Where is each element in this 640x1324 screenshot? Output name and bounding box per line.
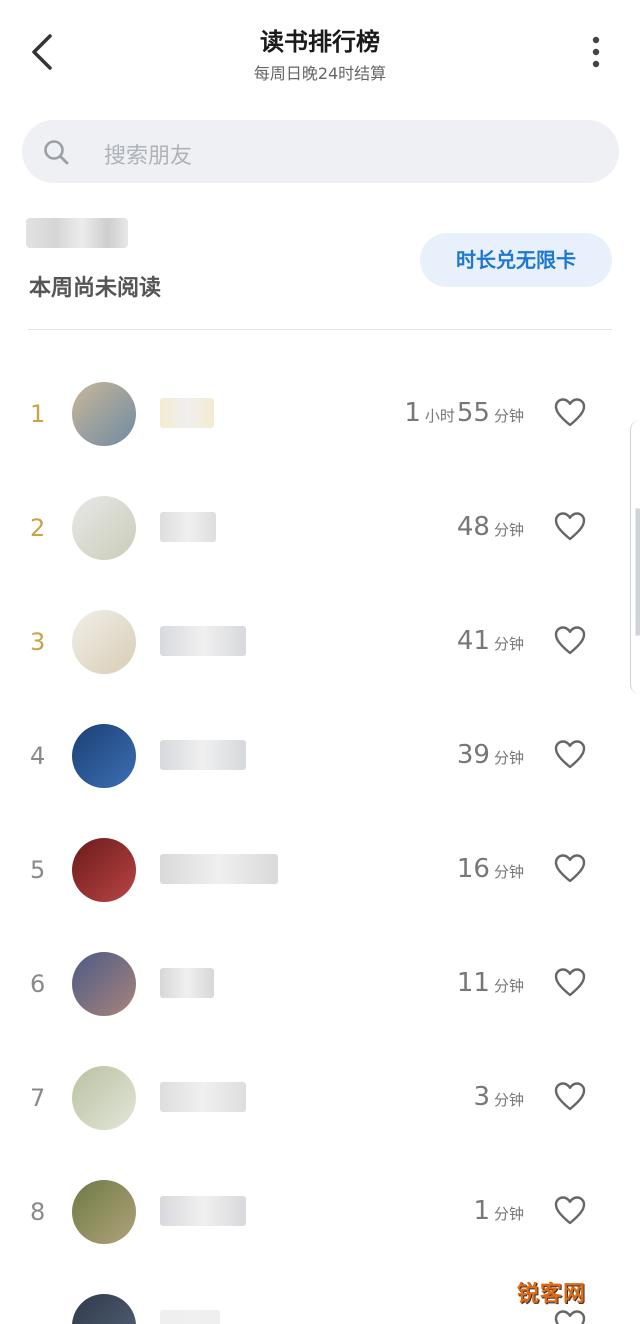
reading-duration: 3 分钟 — [473, 1082, 526, 1112]
duration-number: 55 — [456, 398, 490, 428]
duration-number: 1 — [404, 398, 421, 428]
ranking-row[interactable]: 6 11 分钟 — [0, 888, 640, 1016]
duration-number: 3 — [473, 1082, 490, 1112]
heart-outline-icon — [554, 512, 586, 541]
heart-outline-icon — [554, 1196, 586, 1225]
duration-number: 11 — [456, 968, 490, 998]
friend-name-blurred — [160, 854, 278, 884]
app-header: 读书排行榜 每周日晚24时结算 — [0, 0, 640, 100]
ranking-row[interactable]: 8 1 分钟 — [0, 1116, 640, 1244]
rank-number: 3 — [30, 628, 46, 656]
redeem-card-button[interactable]: 时长兑无限卡 — [420, 233, 612, 287]
duration-number: 1 — [473, 1196, 490, 1226]
ranking-row[interactable]: 5 16 分钟 — [0, 774, 640, 902]
duration-number: 39 — [456, 740, 490, 770]
rank-number: 2 — [30, 514, 46, 542]
rank-number: 5 — [30, 856, 46, 884]
search-icon — [44, 140, 69, 165]
rank-number: 6 — [30, 970, 46, 998]
like-button[interactable] — [553, 1080, 587, 1114]
search-placeholder: 搜索朋友 — [104, 144, 193, 169]
duration-unit: 分钟 — [493, 635, 524, 653]
duration-unit: 分钟 — [493, 977, 524, 995]
duration-unit: 分钟 — [493, 1205, 524, 1223]
duration-unit: 分钟 — [493, 863, 524, 881]
duration-number: 16 — [456, 854, 490, 884]
rank-number: 1 — [30, 400, 46, 428]
reading-duration: 48 分钟 — [457, 512, 526, 542]
like-button[interactable] — [553, 510, 587, 544]
heart-outline-icon — [554, 1082, 586, 1111]
like-button[interactable] — [553, 966, 587, 1000]
reading-duration: 41 分钟 — [457, 626, 526, 656]
watermark-logo: 锐客网 — [517, 1282, 587, 1307]
reading-duration: 16 分钟 — [457, 854, 526, 884]
ranking-row[interactable]: 7 3 分钟 — [0, 1002, 640, 1130]
like-button[interactable] — [553, 1194, 587, 1228]
ranking-row[interactable]: 1 1 小时55 分钟 — [0, 318, 640, 446]
ranking-row[interactable]: 2 48 分钟 — [0, 432, 640, 560]
page-title: 读书排行榜 — [260, 28, 380, 56]
friend-name-blurred — [160, 512, 216, 542]
friend-name-blurred — [160, 626, 246, 656]
like-button[interactable] — [553, 396, 587, 430]
rank-number: 4 — [30, 742, 46, 770]
scrollbar[interactable] — [630, 420, 640, 694]
heart-outline-icon — [554, 1310, 586, 1324]
reading-duration: 1 小时55 分钟 — [404, 398, 526, 428]
rank-number: 7 — [30, 1084, 46, 1112]
like-button[interactable] — [553, 624, 587, 658]
duration-unit: 分钟 — [493, 749, 524, 767]
friend-name-blurred — [160, 968, 214, 998]
reading-duration: 11 分钟 — [457, 968, 526, 998]
friend-name-blurred — [160, 398, 214, 428]
duration-unit: 分钟 — [493, 407, 524, 425]
reading-duration: 1 分钟 — [473, 1196, 526, 1226]
ranking-row[interactable]: 4 39 分钟 — [0, 660, 640, 788]
heart-outline-icon — [554, 398, 586, 427]
more-button[interactable] — [580, 34, 612, 74]
my-name-blurred — [26, 218, 128, 248]
avatar[interactable] — [72, 1294, 136, 1324]
reading-duration: 39 分钟 — [457, 740, 526, 770]
my-reading-status: 本周尚未阅读 — [29, 276, 162, 301]
like-button[interactable] — [553, 738, 587, 772]
duration-number: 41 — [456, 626, 490, 656]
heart-outline-icon — [554, 968, 586, 997]
friend-name-blurred — [160, 740, 246, 770]
duration-number: 48 — [456, 512, 490, 542]
friend-name-blurred — [160, 1082, 246, 1112]
rank-number: 8 — [30, 1198, 46, 1226]
page-subtitle: 每周日晚24时结算 — [253, 64, 387, 83]
duration-unit: 分钟 — [493, 1091, 524, 1109]
heart-outline-icon — [554, 854, 586, 883]
friend-name-blurred — [160, 1196, 246, 1226]
ranking-row[interactable]: 3 41 分钟 — [0, 546, 640, 674]
heart-outline-icon — [554, 626, 586, 655]
vertical-dots-icon — [592, 36, 600, 68]
heart-outline-icon — [554, 740, 586, 769]
like-button[interactable] — [553, 1308, 587, 1324]
duration-unit: 分钟 — [493, 521, 524, 539]
search-input[interactable]: 搜索朋友 — [22, 120, 619, 183]
duration-unit: 小时 — [424, 407, 455, 425]
like-button[interactable] — [553, 852, 587, 886]
friend-name-blurred — [160, 1310, 220, 1324]
